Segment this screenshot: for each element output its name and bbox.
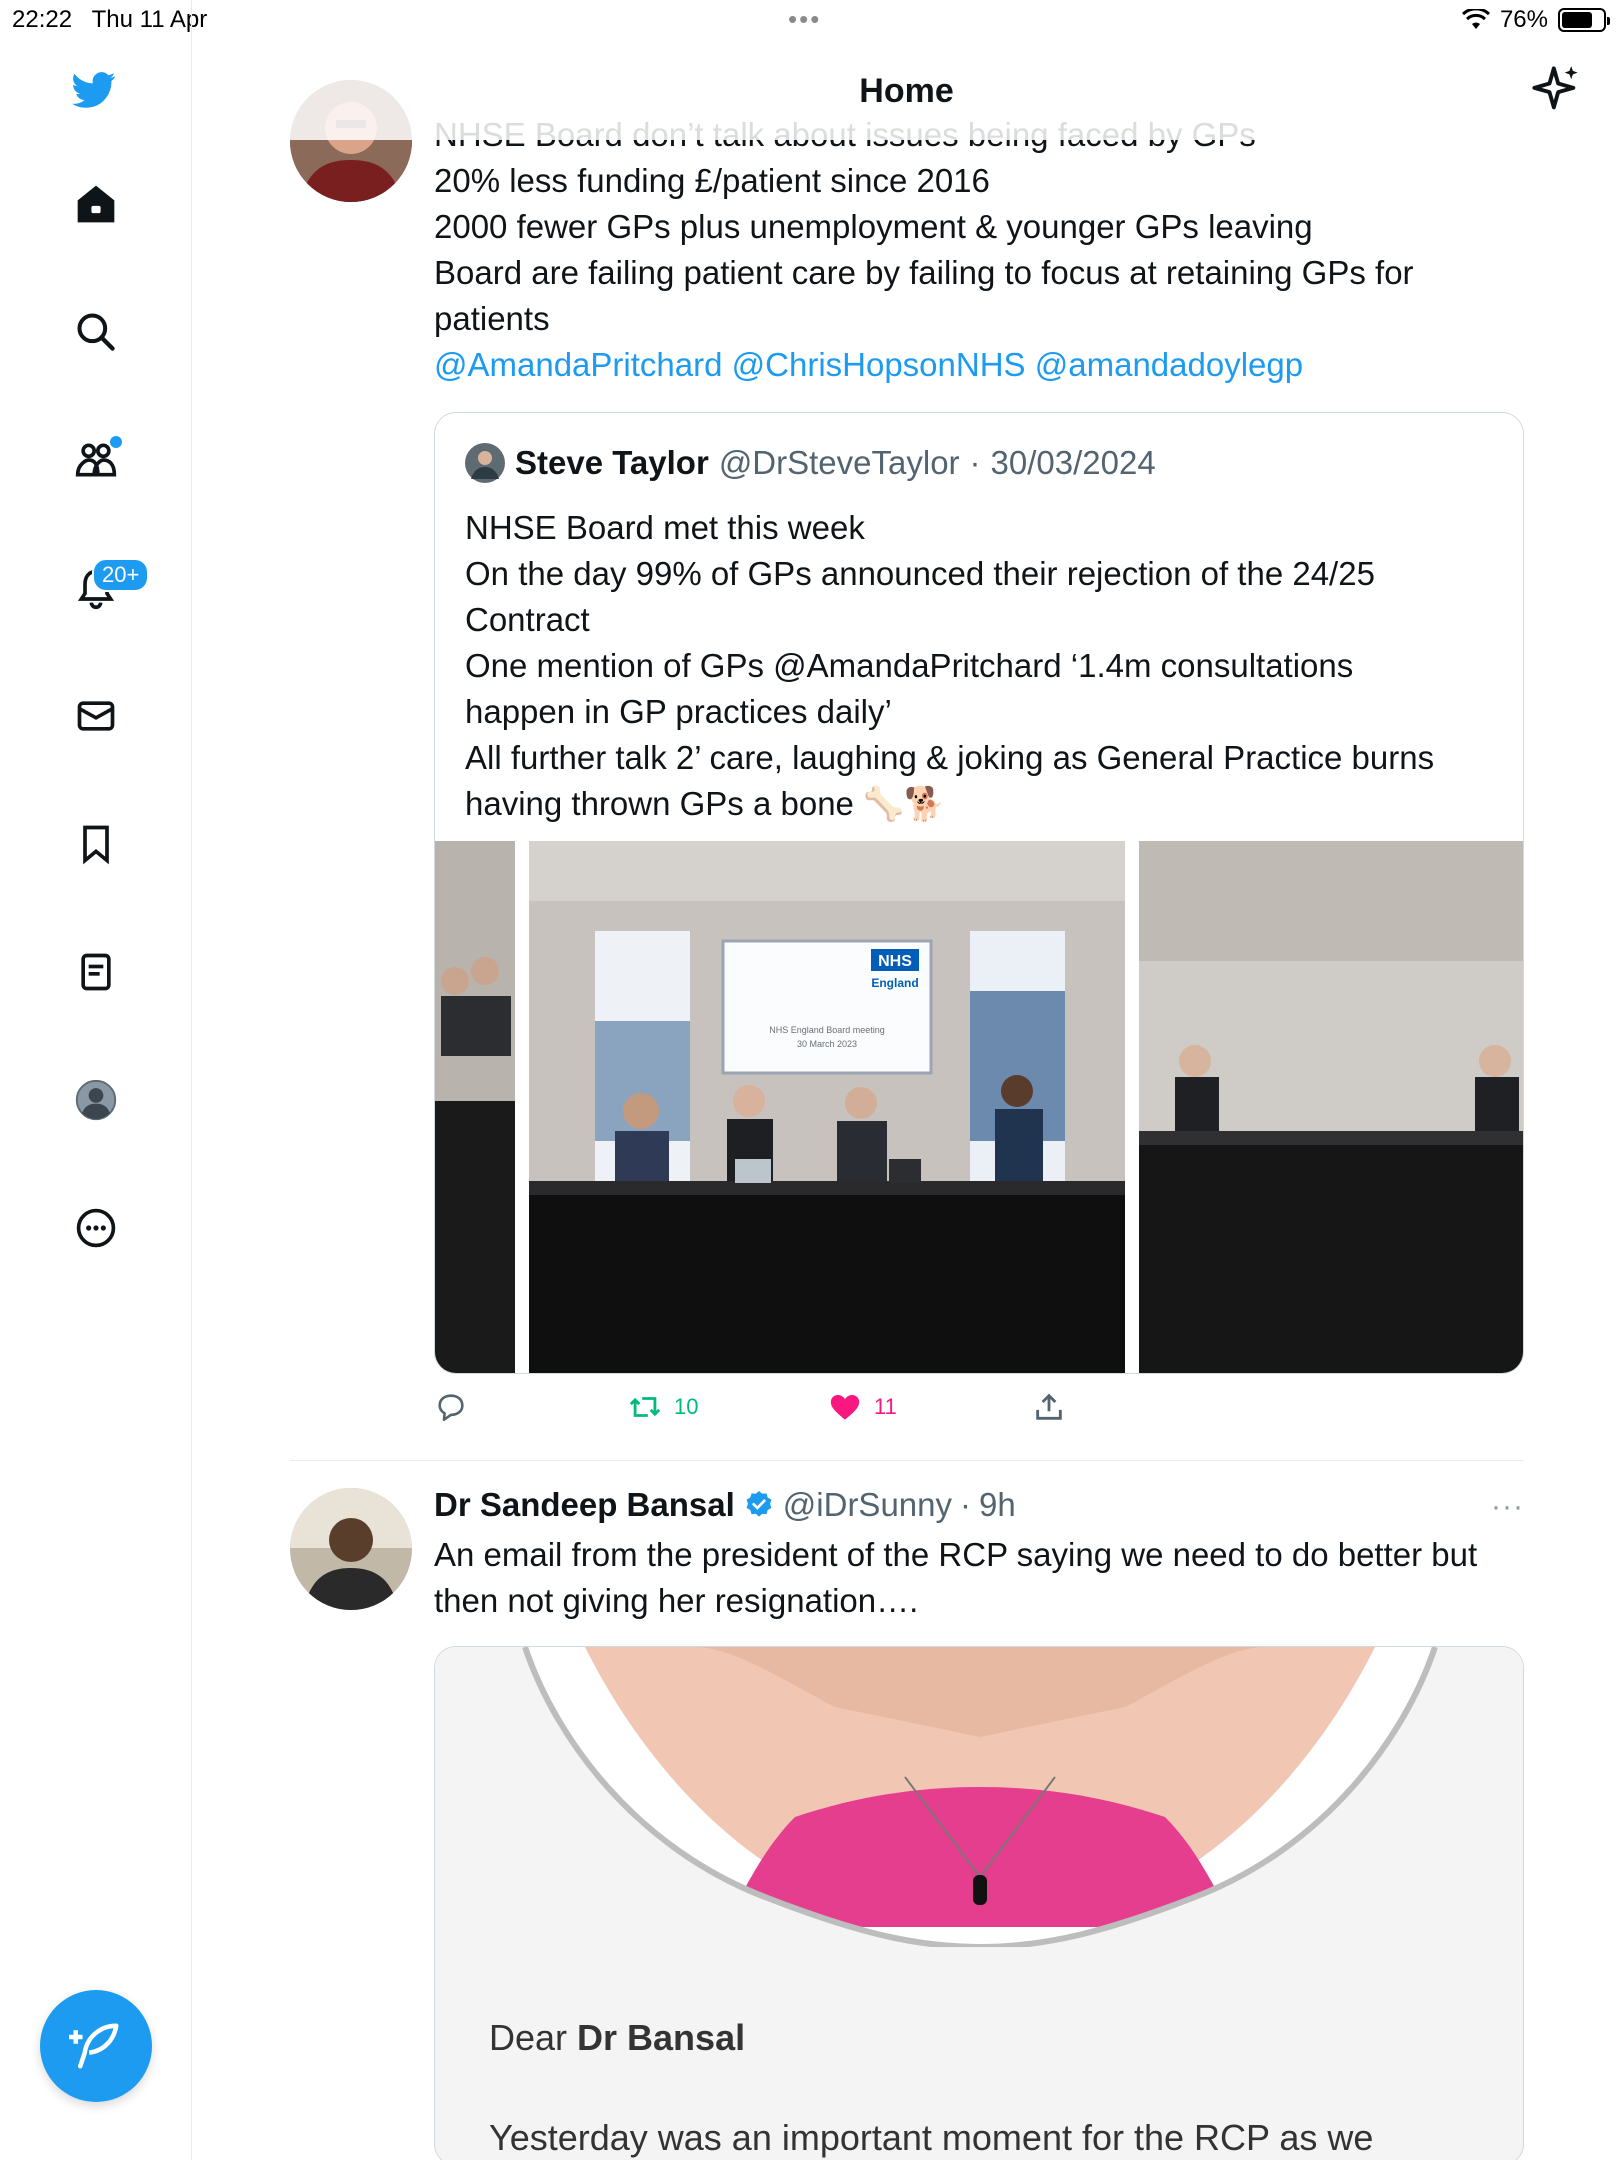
retweet-button[interactable]: 10 [628,1390,698,1424]
author-name[interactable]: Dr Sandeep Bansal [434,1486,735,1524]
search-icon[interactable] [66,302,126,362]
rcp-president-photo [435,1647,1523,1947]
quoted-tweet-text: NHSE Board met this week On the day 99% … [465,505,1505,827]
screen-text-line: 30 March 2023 [797,1039,857,1049]
tweet-line: NHSE Board met this week [465,509,865,546]
tweet-line: patients [434,300,550,337]
compose-feather-icon [69,2023,119,2069]
tweet-text: NHSE Board don’t talk about issues being… [434,116,1414,388]
tweet-line: All further talk 2’ care, laughing & jok… [465,739,1435,776]
sidebar: 20+ [0,0,192,2160]
tweet-actions: 10 11 [434,1390,1524,1440]
nhs-logo-text: NHS [878,953,912,970]
tweet-line: Contract [465,601,590,638]
notifications-count-badge: 20+ [92,558,150,592]
mention-link[interactable]: @ChrisHopsonNHS [732,346,1026,383]
author-handle[interactable]: @iDrSunny [783,1486,952,1524]
letter-salutation: Dear Dr Bansal [489,2017,746,2058]
tweet-line: then not giving her resignation…. [434,1582,919,1619]
more-options-button[interactable]: ··· [1491,1490,1524,1524]
compose-tweet-button[interactable] [40,1990,152,2102]
tweet-header: Dr Sandeep Bansal @iDrSunny · 9h [434,1486,1016,1524]
like-count: 11 [874,1394,897,1419]
nhs-board-meeting-photo[interactable]: NHS England NHS England Board meeting 30… [435,841,1524,1374]
separator-dot: · [969,444,981,481]
heart-icon [830,1394,860,1420]
notifications-icon[interactable]: 20+ [66,558,150,618]
lists-icon[interactable] [66,942,126,1002]
quoted-tweet-header: Steve Taylor @DrSteveTaylor · 30/03/2024 [465,443,1156,483]
tweet-divider [290,1460,1524,1461]
tweet-text: An email from the president of the RCP s… [434,1532,1477,1624]
retweet-icon [629,1397,661,1417]
screen-text-line: NHS England Board meeting [769,1025,885,1035]
retweet-count: 10 [674,1394,699,1419]
messages-icon[interactable] [66,686,126,746]
tweet-time[interactable]: 9h [979,1486,1016,1524]
reply-button[interactable] [434,1390,468,1424]
verified-badge-icon [746,1491,772,1517]
quoted-author-name[interactable]: Steve Taylor [515,444,709,482]
share-button[interactable] [1032,1390,1066,1424]
tweet-line: 20% less funding £/patient since 2016 [434,162,990,199]
communities-dot-badge [110,436,122,448]
tweet-line: 2000 fewer GPs plus unemployment & young… [434,208,1313,245]
mention-link[interactable]: @amandadoylegp [1035,346,1303,383]
tweet-line: Board are failing patient care by failin… [434,254,1414,291]
avatar [465,443,505,483]
quoted-tweet[interactable]: Steve Taylor @DrSteveTaylor · 30/03/2024… [434,412,1524,1374]
tweet-line: happen in GP practices daily’ [465,693,892,730]
timeline-feed: NHSE Board don’t talk about issues being… [193,0,1620,2160]
bookmarks-icon[interactable] [66,814,126,874]
quoted-author-handle[interactable]: @DrSteveTaylor [719,444,960,482]
timeline-header: Home [193,40,1620,140]
tweet-line: One mention of GPs @AmandaPritchard ‘1.4… [465,647,1354,684]
nhs-logo-subtext: England [871,976,918,990]
profile-avatar-icon[interactable] [66,1070,126,1130]
twitter-logo-icon[interactable] [64,60,124,120]
tweet-mentions: @AmandaPritchard @ChrisHopsonNHS @amanda… [434,342,1414,388]
share-icon [1036,1393,1062,1420]
tweet-line: having thrown GPs a bone 🦴🐕 [465,785,946,822]
tweet-line: An email from the president of the RCP s… [434,1536,1478,1573]
like-button[interactable]: 11 [828,1390,897,1424]
communities-icon[interactable] [66,430,126,490]
separator-dot: · [960,1486,972,1523]
page-title: Home [859,72,954,110]
home-icon[interactable] [66,174,126,234]
quoted-tweet-date[interactable]: 30/03/2024 [991,444,1156,482]
tweet-line: On the day 99% of GPs announced their re… [465,555,1375,592]
mention-link[interactable]: @AmandaPritchard [434,346,722,383]
letter-body-line: Yesterday was an important moment for th… [489,2117,1374,2158]
more-options-icon[interactable] [66,1198,126,1258]
sparkle-icon[interactable] [1530,64,1582,116]
avatar[interactable] [290,1488,412,1610]
reply-icon [438,1394,464,1422]
tweet-media-card[interactable]: Dear Dr Bansal Yesterday was an importan… [434,1646,1524,2160]
